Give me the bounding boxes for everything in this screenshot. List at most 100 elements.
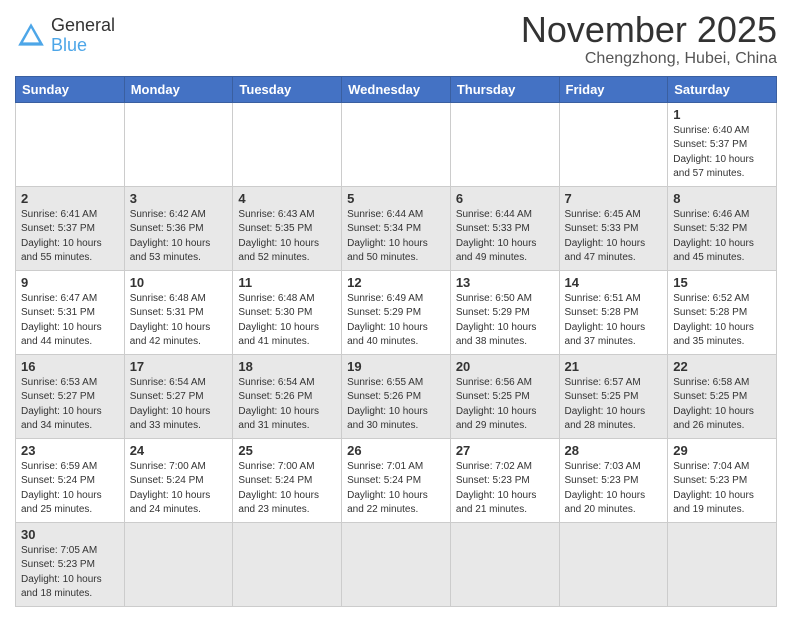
calendar-cell: 13 Sunrise: 6:50 AM Sunset: 5:29 PM Dayli…	[450, 270, 559, 354]
calendar-cell: 19Sunrise: 6:55 AM Sunset: 5:26 PM Dayli…	[342, 354, 451, 438]
day-number: 24	[130, 443, 228, 458]
calendar-week-row: 2 Sunrise: 6:41 AM Sunset: 5:37 PM Daylig…	[16, 186, 777, 270]
day-number: 6	[456, 191, 554, 206]
calendar-cell: 9Sunrise: 6:47 AM Sunset: 5:31 PM Daylig…	[16, 270, 125, 354]
day-number: 17	[130, 359, 228, 374]
calendar-cell: 6Sunrise: 6:44 AM Sunset: 5:33 PM Daylig…	[450, 186, 559, 270]
calendar-cell: 22 Sunrise: 6:58 AM Sunset: 5:25 PM Dayli…	[668, 354, 777, 438]
title-block: November 2025 Chengzhong, Hubei, China	[521, 10, 777, 68]
calendar-week-row: 9Sunrise: 6:47 AM Sunset: 5:31 PM Daylig…	[16, 270, 777, 354]
day-number: 15	[673, 275, 771, 290]
day-info: Sunrise: 7:00 AM Sunset: 5:24 PM Dayligh…	[238, 460, 336, 518]
calendar-header-saturday: Saturday	[668, 76, 777, 102]
calendar-header-tuesday: Tuesday	[233, 76, 342, 102]
day-number: 21	[565, 359, 663, 374]
calendar-cell: 14 Sunrise: 6:51 AM Sunset: 5:28 PM Dayli…	[559, 270, 668, 354]
calendar-header-wednesday: Wednesday	[342, 76, 451, 102]
calendar-cell: 17Sunrise: 6:54 AM Sunset: 5:27 PM Dayli…	[124, 354, 233, 438]
header: General Blue November 2025 Chengzhong, H…	[15, 10, 777, 68]
day-info: Sunrise: 6:54 AM Sunset: 5:26 PM Dayligh…	[238, 376, 336, 434]
day-info: Sunrise: 6:49 AM Sunset: 5:29 PM Dayligh…	[347, 292, 445, 350]
calendar-cell: 18 Sunrise: 6:54 AM Sunset: 5:26 PM Dayli…	[233, 354, 342, 438]
calendar-cell: 1Sunrise: 6:40 AM Sunset: 5:37 PM Daylig…	[668, 102, 777, 186]
day-info: Sunrise: 6:48 AM Sunset: 5:31 PM Dayligh…	[130, 292, 228, 350]
calendar-cell: 7 Sunrise: 6:45 AM Sunset: 5:33 PM Daylig…	[559, 186, 668, 270]
calendar-cell: 5 Sunrise: 6:44 AM Sunset: 5:34 PM Daylig…	[342, 186, 451, 270]
calendar-cell: 8Sunrise: 6:46 AM Sunset: 5:32 PM Daylig…	[668, 186, 777, 270]
calendar-cell: 3 Sunrise: 6:42 AM Sunset: 5:36 PM Daylig…	[124, 186, 233, 270]
calendar-cell	[124, 102, 233, 186]
day-number: 2	[21, 191, 119, 206]
calendar-cell: 10Sunrise: 6:48 AM Sunset: 5:31 PM Dayli…	[124, 270, 233, 354]
day-number: 3	[130, 191, 228, 206]
day-number: 30	[21, 527, 119, 542]
calendar-cell: 2 Sunrise: 6:41 AM Sunset: 5:37 PM Daylig…	[16, 186, 125, 270]
day-number: 18	[238, 359, 336, 374]
calendar-cell	[124, 522, 233, 606]
calendar-cell: 27Sunrise: 7:02 AM Sunset: 5:23 PM Dayli…	[450, 438, 559, 522]
day-number: 25	[238, 443, 336, 458]
calendar-cell: 23Sunrise: 6:59 AM Sunset: 5:24 PM Dayli…	[16, 438, 125, 522]
day-info: Sunrise: 6:56 AM Sunset: 5:25 PM Dayligh…	[456, 376, 554, 434]
calendar-week-row: 23Sunrise: 6:59 AM Sunset: 5:24 PM Dayli…	[16, 438, 777, 522]
day-number: 5	[347, 191, 445, 206]
day-info: Sunrise: 7:03 AM Sunset: 5:23 PM Dayligh…	[565, 460, 663, 518]
day-info: Sunrise: 6:55 AM Sunset: 5:26 PM Dayligh…	[347, 376, 445, 434]
calendar-cell	[559, 522, 668, 606]
calendar-cell: 15 Sunrise: 6:52 AM Sunset: 5:28 PM Dayli…	[668, 270, 777, 354]
calendar-cell	[450, 522, 559, 606]
logo: General Blue	[15, 10, 115, 56]
day-number: 16	[21, 359, 119, 374]
day-info: Sunrise: 6:57 AM Sunset: 5:25 PM Dayligh…	[565, 376, 663, 434]
calendar-cell	[16, 102, 125, 186]
day-info: Sunrise: 6:48 AM Sunset: 5:30 PM Dayligh…	[238, 292, 336, 350]
day-info: Sunrise: 7:05 AM Sunset: 5:23 PM Dayligh…	[21, 544, 119, 602]
calendar-cell: 26Sunrise: 7:01 AM Sunset: 5:24 PM Dayli…	[342, 438, 451, 522]
day-info: Sunrise: 6:50 AM Sunset: 5:29 PM Dayligh…	[456, 292, 554, 350]
day-number: 11	[238, 275, 336, 290]
calendar-cell: 16 Sunrise: 6:53 AM Sunset: 5:27 PM Dayli…	[16, 354, 125, 438]
calendar-cell	[342, 102, 451, 186]
calendar-cell: 25 Sunrise: 7:00 AM Sunset: 5:24 PM Dayli…	[233, 438, 342, 522]
calendar-cell: 30 Sunrise: 7:05 AM Sunset: 5:23 PM Dayli…	[16, 522, 125, 606]
day-info: Sunrise: 6:44 AM Sunset: 5:34 PM Dayligh…	[347, 208, 445, 266]
calendar-cell: 11 Sunrise: 6:48 AM Sunset: 5:30 PM Dayli…	[233, 270, 342, 354]
month-title: November 2025	[521, 10, 777, 50]
day-info: Sunrise: 6:45 AM Sunset: 5:33 PM Dayligh…	[565, 208, 663, 266]
day-number: 13	[456, 275, 554, 290]
day-number: 26	[347, 443, 445, 458]
day-number: 27	[456, 443, 554, 458]
subtitle: Chengzhong, Hubei, China	[521, 50, 777, 68]
calendar-header-sunday: Sunday	[16, 76, 125, 102]
day-number: 12	[347, 275, 445, 290]
calendar-header-monday: Monday	[124, 76, 233, 102]
calendar-header-friday: Friday	[559, 76, 668, 102]
day-info: Sunrise: 6:53 AM Sunset: 5:27 PM Dayligh…	[21, 376, 119, 434]
day-number: 14	[565, 275, 663, 290]
day-info: Sunrise: 6:51 AM Sunset: 5:28 PM Dayligh…	[565, 292, 663, 350]
calendar: SundayMondayTuesdayWednesdayThursdayFrid…	[15, 76, 777, 607]
day-number: 22	[673, 359, 771, 374]
logo-text: General Blue	[51, 16, 115, 56]
calendar-cell: 29Sunrise: 7:04 AM Sunset: 5:23 PM Dayli…	[668, 438, 777, 522]
calendar-cell	[668, 522, 777, 606]
day-info: Sunrise: 6:42 AM Sunset: 5:36 PM Dayligh…	[130, 208, 228, 266]
day-info: Sunrise: 6:40 AM Sunset: 5:37 PM Dayligh…	[673, 124, 771, 182]
day-info: Sunrise: 6:52 AM Sunset: 5:28 PM Dayligh…	[673, 292, 771, 350]
calendar-cell: 21 Sunrise: 6:57 AM Sunset: 5:25 PM Dayli…	[559, 354, 668, 438]
day-info: Sunrise: 6:41 AM Sunset: 5:37 PM Dayligh…	[21, 208, 119, 266]
calendar-week-row: 30 Sunrise: 7:05 AM Sunset: 5:23 PM Dayli…	[16, 522, 777, 606]
day-info: Sunrise: 6:58 AM Sunset: 5:25 PM Dayligh…	[673, 376, 771, 434]
calendar-header-thursday: Thursday	[450, 76, 559, 102]
calendar-week-row: 16 Sunrise: 6:53 AM Sunset: 5:27 PM Dayli…	[16, 354, 777, 438]
calendar-week-row: 1Sunrise: 6:40 AM Sunset: 5:37 PM Daylig…	[16, 102, 777, 186]
day-info: Sunrise: 7:00 AM Sunset: 5:24 PM Dayligh…	[130, 460, 228, 518]
day-number: 7	[565, 191, 663, 206]
calendar-cell: 4Sunrise: 6:43 AM Sunset: 5:35 PM Daylig…	[233, 186, 342, 270]
page: General Blue November 2025 Chengzhong, H…	[0, 0, 792, 622]
day-info: Sunrise: 6:46 AM Sunset: 5:32 PM Dayligh…	[673, 208, 771, 266]
day-info: Sunrise: 6:59 AM Sunset: 5:24 PM Dayligh…	[21, 460, 119, 518]
calendar-cell: 12 Sunrise: 6:49 AM Sunset: 5:29 PM Dayli…	[342, 270, 451, 354]
day-number: 28	[565, 443, 663, 458]
calendar-header-row: SundayMondayTuesdayWednesdayThursdayFrid…	[16, 76, 777, 102]
